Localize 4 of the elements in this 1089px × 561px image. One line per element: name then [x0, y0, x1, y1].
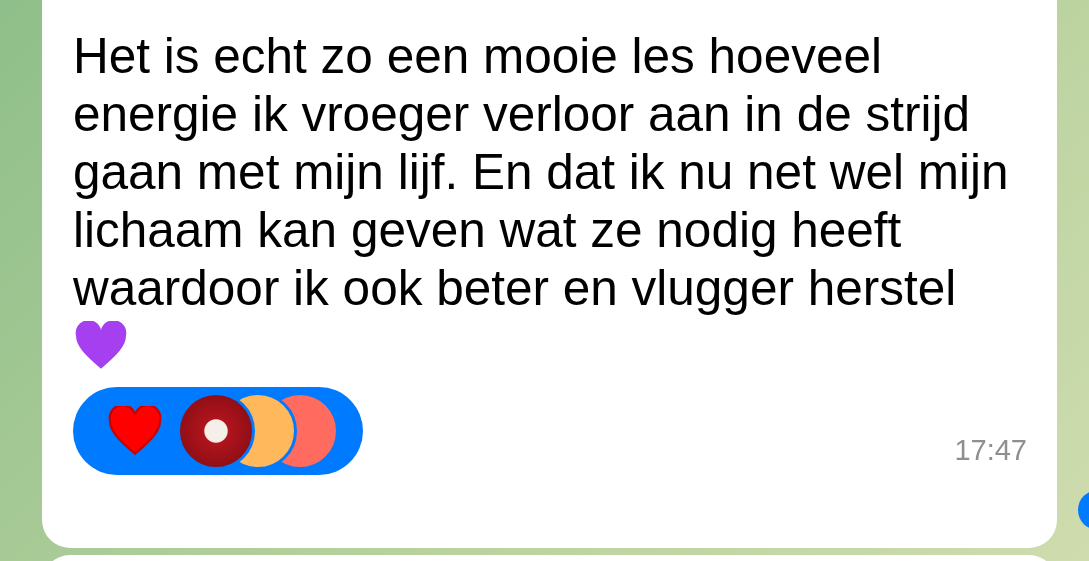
- heart-icon: [73, 321, 129, 371]
- message-time: 17:47: [954, 434, 1027, 467]
- message-text: Het is echt zo een mooie les hoeveel energie ik vroeger verloor aan in de strijd gaan met mijn lijf. En dat ik nu net wel mijn lichaam kan geven wat ze nodig heeft waardoor ik ook beter en vlugger herstel: [73, 28, 1009, 315]
- heart-icon: [107, 406, 163, 456]
